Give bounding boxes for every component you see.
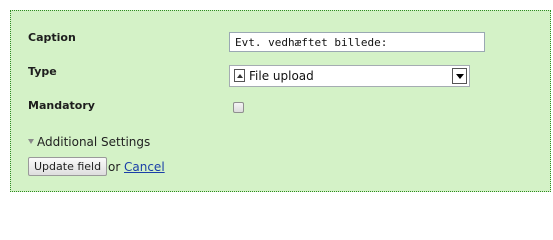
caption-label: Caption [28,31,76,44]
update-field-button[interactable]: Update field [28,157,108,176]
cancel-link[interactable]: Cancel [124,160,165,174]
disclosure-triangle-icon [28,139,34,144]
type-select-value: File upload [249,69,314,83]
caption-input[interactable] [229,32,485,52]
additional-settings-toggle[interactable]: Additional Settings [28,135,150,149]
or-text: or [108,160,121,174]
additional-settings-label: Additional Settings [37,135,151,149]
file-upload-icon [234,69,245,82]
mandatory-label: Mandatory [28,99,95,112]
type-label: Type [28,65,57,78]
dropdown-arrow-icon[interactable] [452,68,467,84]
type-select[interactable]: File upload [229,65,470,87]
field-edit-panel: Caption Type File upload Mandatory Addit… [10,10,551,192]
mandatory-checkbox[interactable] [233,102,244,113]
